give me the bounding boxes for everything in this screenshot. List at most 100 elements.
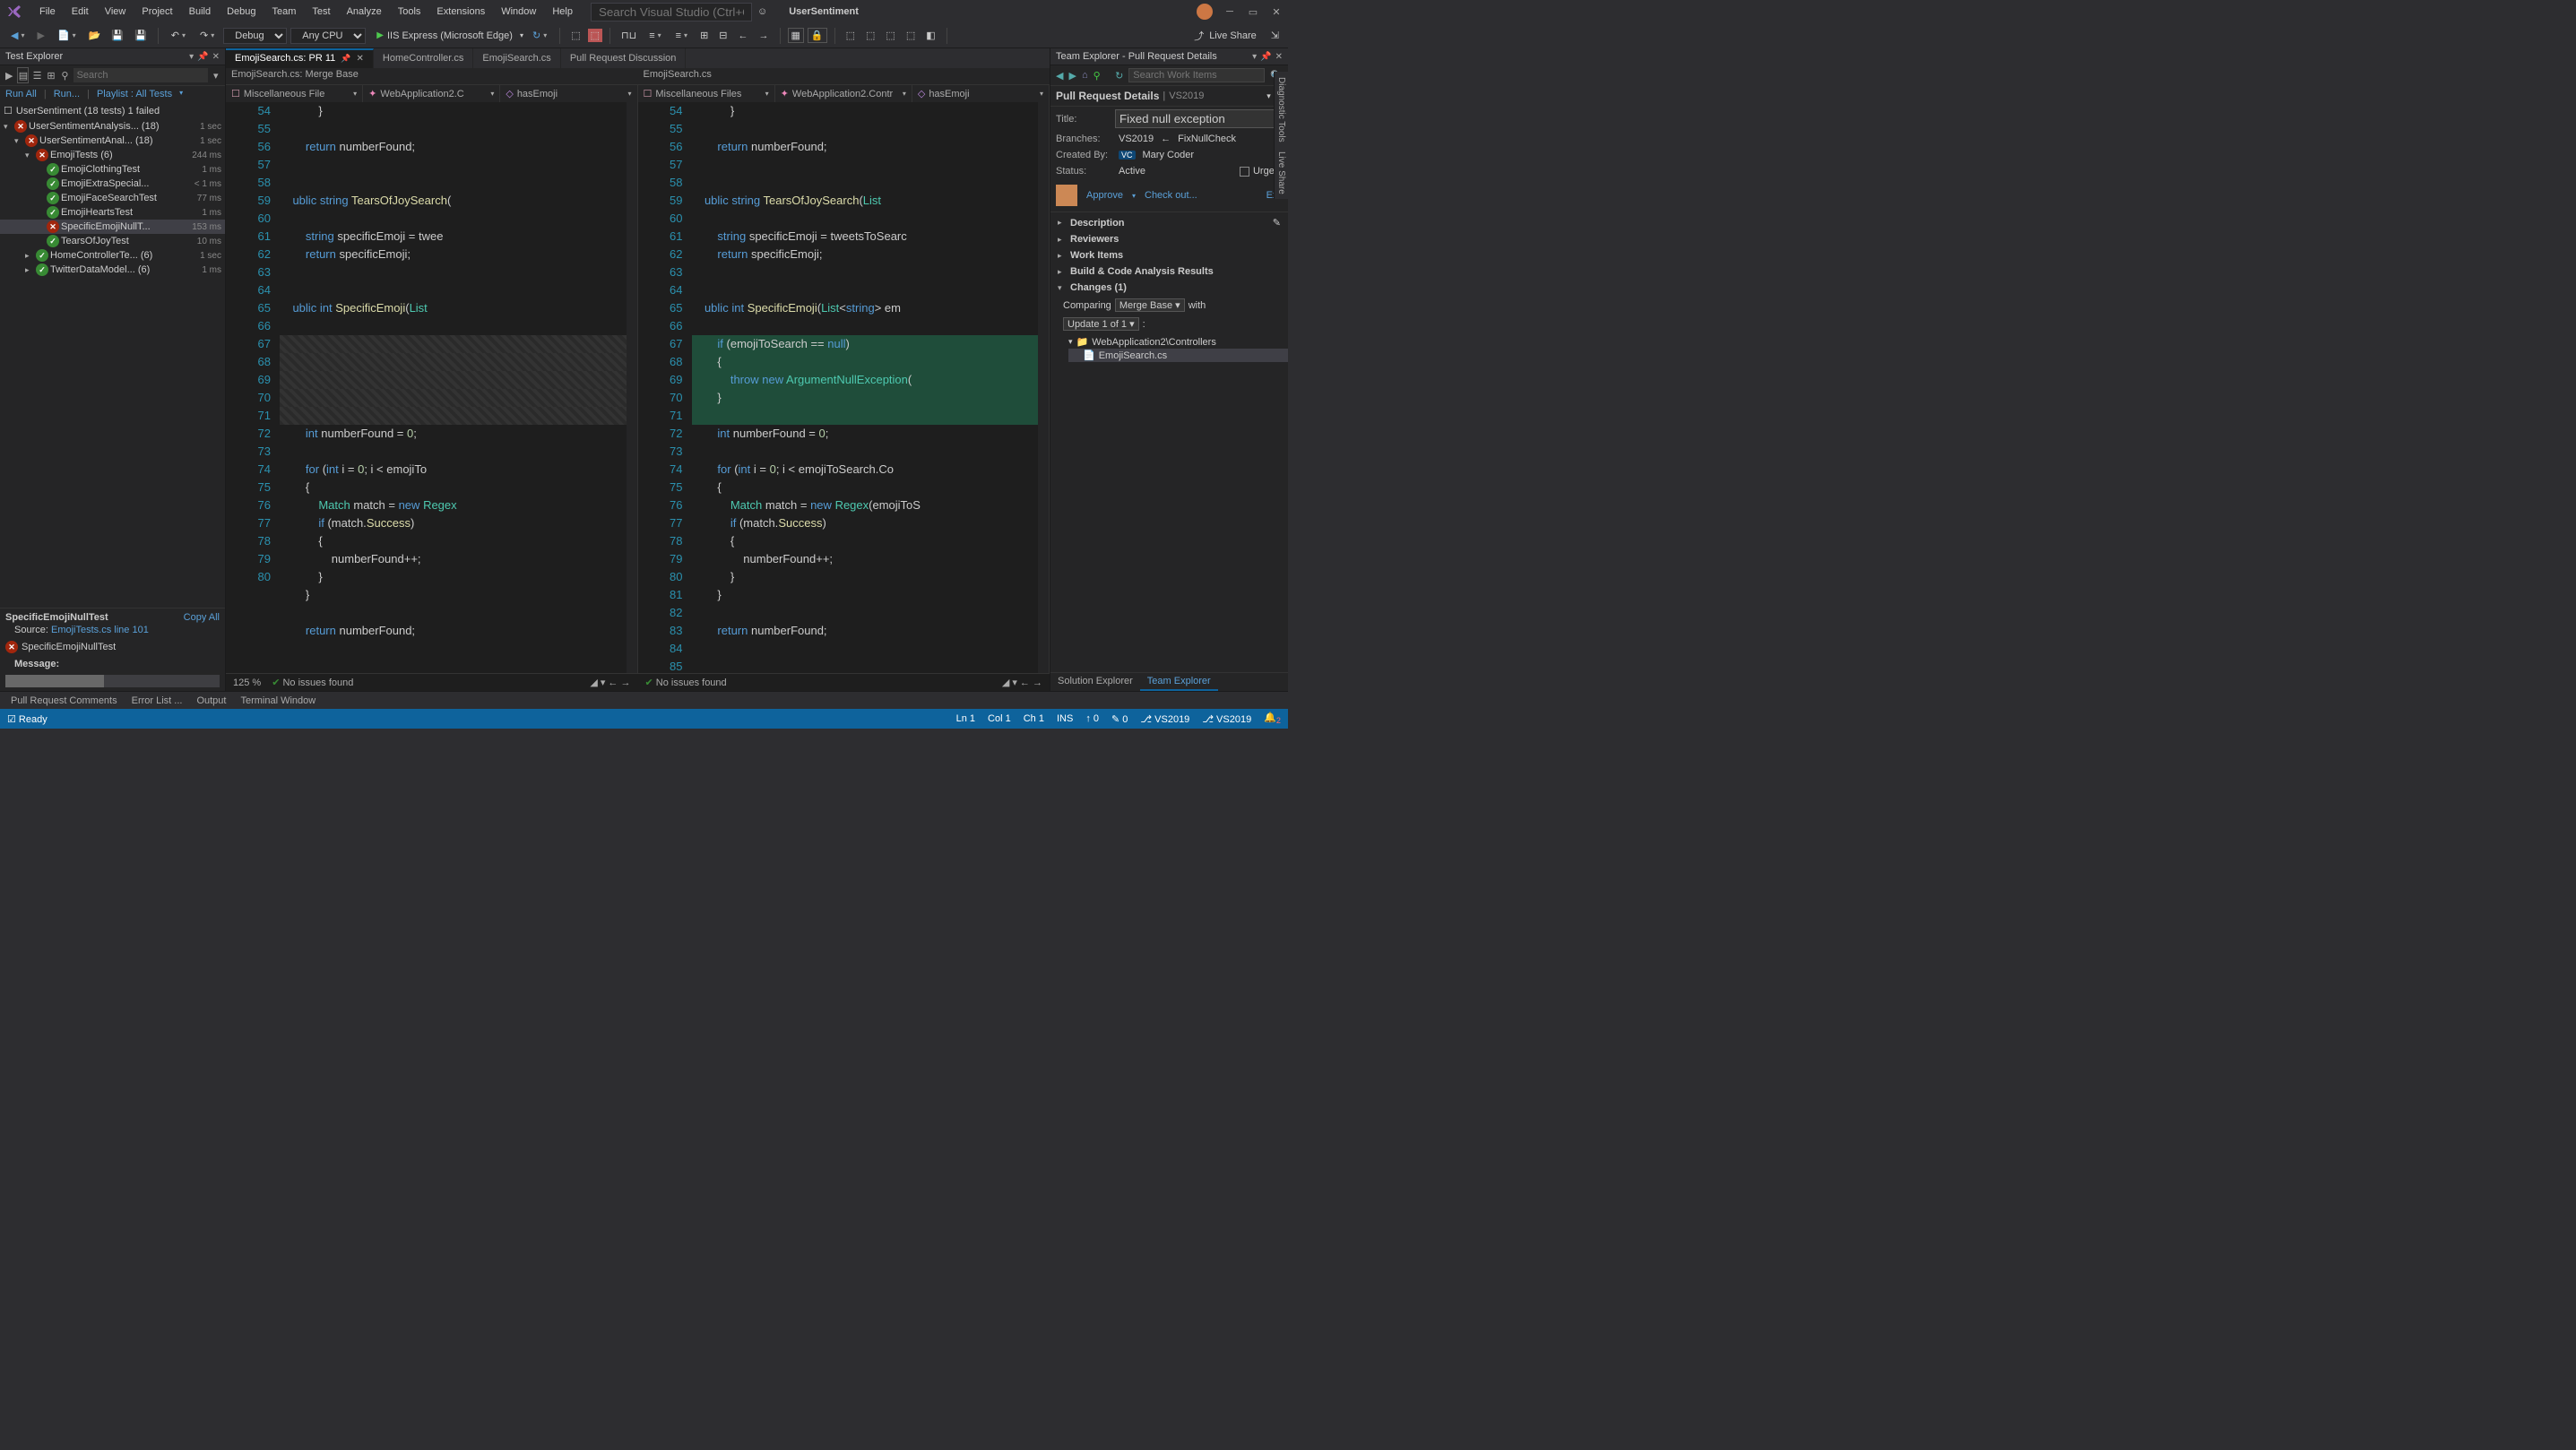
section-description[interactable]: Description — [1070, 218, 1269, 229]
open-button[interactable]: 📂 — [85, 28, 105, 43]
lock-icon[interactable]: 🔒 — [808, 28, 827, 43]
group-icon[interactable]: ▤ — [17, 67, 29, 83]
menu-debug[interactable]: Debug — [220, 4, 263, 20]
test-search-input[interactable] — [73, 68, 208, 82]
document-tab[interactable]: HomeController.cs — [374, 48, 473, 68]
config-dropdown[interactable]: Debug — [223, 28, 287, 44]
platform-dropdown[interactable]: Any CPU — [290, 28, 366, 44]
copy-all-link[interactable]: Copy All — [184, 612, 220, 623]
nav-class-dropdown-r[interactable]: ✦WebApplication2.Contr — [775, 85, 912, 102]
pr-comments-tab[interactable]: Pull Request Comments — [5, 694, 123, 708]
branch-2[interactable]: ⎇ VS2019 — [1202, 713, 1251, 725]
indent-icon[interactable]: ≡ — [644, 29, 666, 43]
filter-icon[interactable]: ⚲ — [59, 67, 70, 83]
test-tree-row[interactable]: ✓TearsOfJoyTest10 ms — [0, 234, 225, 248]
step-icon[interactable]: ⊓⊔ — [618, 28, 640, 43]
start-debug-button[interactable]: ▶IIS Express (Microsoft Edge)▾ — [376, 30, 523, 41]
close-icon[interactable]: ✕ — [1270, 5, 1283, 18]
tool-icon[interactable]: ⬚ — [567, 28, 583, 43]
test-tree-row[interactable]: ▾✕UserSentimentAnalysis... (18)1 sec — [0, 119, 225, 134]
menu-view[interactable]: View — [98, 4, 134, 20]
nav-file-dropdown[interactable]: ☐Miscellaneous File — [226, 85, 363, 102]
save-button[interactable]: 💾 — [108, 28, 127, 43]
compare-base-dropdown[interactable]: Merge Base ▾ — [1115, 298, 1185, 312]
run-all-icon[interactable]: ▶ — [4, 67, 14, 83]
pr-title-input[interactable] — [1115, 109, 1283, 128]
redo-button[interactable]: ↷ — [194, 28, 220, 43]
misc-icon-4[interactable]: ⬚ — [903, 28, 919, 43]
quick-launch-search[interactable] — [591, 3, 752, 22]
feedback-icon[interactable]: ☺ — [754, 4, 771, 19]
panel-close-icon[interactable]: ✕ — [1275, 52, 1283, 62]
minimize-icon[interactable]: ─ — [1223, 5, 1236, 18]
new-project-button[interactable]: 📄 — [52, 28, 82, 43]
bookmark-icon[interactable]: ◧ — [922, 28, 938, 43]
dropdown-icon[interactable]: ▾ — [1266, 91, 1271, 101]
uncomment-icon[interactable]: ⊟ — [715, 28, 730, 43]
comment-icon[interactable]: ⊞ — [696, 28, 712, 43]
menu-help[interactable]: Help — [545, 4, 580, 20]
test-tree-row[interactable]: ▸✓TwitterDataModel... (6)1 ms — [0, 263, 225, 277]
section-reviewers[interactable]: Reviewers — [1070, 234, 1281, 245]
document-tab[interactable]: Pull Request Discussion — [561, 48, 687, 68]
menu-build[interactable]: Build — [182, 4, 218, 20]
pending-count[interactable]: ✎ 0 — [1111, 713, 1128, 725]
test-tree-row[interactable]: ▾✕EmojiTests (6)244 ms — [0, 148, 225, 162]
menu-team[interactable]: Team — [265, 4, 304, 20]
pin-icon[interactable]: 📌 — [197, 52, 208, 62]
section-workitems[interactable]: Work Items — [1070, 250, 1281, 261]
test-tree-row[interactable]: ✓EmojiHeartsTest1 ms — [0, 205, 225, 220]
refresh-icon[interactable]: ↻ — [1115, 70, 1123, 82]
test-tree-row[interactable]: ▸✓HomeControllerTe... (6)1 sec — [0, 248, 225, 263]
menu-extensions[interactable]: Extensions — [429, 4, 492, 20]
source-link[interactable]: EmojiTests.cs line 101 — [51, 625, 149, 635]
work-item-search[interactable] — [1128, 68, 1265, 82]
horizontal-scrollbar[interactable] — [5, 675, 220, 687]
notification-icon[interactable]: 🔔2 — [1264, 712, 1281, 725]
document-tab[interactable]: EmojiSearch.cs: PR 11📌✕ — [226, 48, 374, 68]
undo-button[interactable]: ↶ — [166, 28, 191, 43]
live-share-button[interactable]: ⤴ Live Share — [1187, 27, 1264, 45]
list-icon[interactable]: ☰ — [31, 67, 42, 83]
changed-file[interactable]: 📄EmojiSearch.cs — [1068, 349, 1288, 362]
error-list-tab[interactable]: Error List ... — [126, 694, 188, 708]
zoom-level[interactable]: 125 % — [233, 678, 261, 688]
plug-icon[interactable]: ⚲ — [1094, 70, 1101, 82]
nav-back-button[interactable]: ◀ — [5, 28, 30, 43]
save-all-button[interactable]: 💾 — [131, 28, 151, 43]
back-icon[interactable]: ◀ — [1056, 70, 1063, 82]
pin-icon[interactable]: 📌 — [1260, 52, 1271, 62]
nav-member-dropdown[interactable]: ◇hasEmoji — [500, 85, 637, 102]
menu-analyze[interactable]: Analyze — [340, 4, 389, 20]
tree-icon[interactable]: ⊞ — [46, 67, 56, 83]
test-tree-row[interactable]: ✓EmojiExtraSpecial...< 1 ms — [0, 177, 225, 191]
nav-fwd-button[interactable]: ▶ — [33, 28, 48, 43]
update-dropdown[interactable]: Update 1 of 1 ▾ — [1063, 317, 1139, 331]
output-tab[interactable]: Output — [191, 694, 231, 708]
solution-explorer-tab[interactable]: Solution Explorer — [1050, 673, 1140, 691]
share-icon[interactable]: ⇲ — [1267, 28, 1283, 43]
grid-icon[interactable]: ▦ — [788, 28, 804, 43]
upload-count[interactable]: ↑ 0 — [1085, 713, 1099, 724]
section-changes[interactable]: Changes (1) — [1070, 282, 1281, 293]
panel-dropdown-icon[interactable]: ▾ — [189, 52, 194, 62]
panel-dropdown-icon[interactable]: ▾ — [1252, 52, 1257, 62]
misc-icon-2[interactable]: ⬚ — [862, 28, 878, 43]
run-all-link[interactable]: Run All — [5, 89, 37, 99]
menu-project[interactable]: Project — [134, 4, 179, 20]
test-tree-row[interactable]: ▾✕UserSentimentAnal... (18)1 sec — [0, 134, 225, 148]
folder-row[interactable]: ▾📁WebApplication2\Controllers — [1068, 335, 1288, 349]
menu-file[interactable]: File — [32, 4, 63, 20]
nav-arrows-right[interactable]: ◢ ▾ ← → — [1002, 677, 1042, 688]
tool-icon-2[interactable]: ⬚ — [588, 29, 602, 42]
terminal-tab[interactable]: Terminal Window — [235, 694, 321, 708]
code-right[interactable]: } return numberFound; ublic string Tears… — [692, 102, 1039, 673]
code-left[interactable]: } return numberFound; ublic string Tears… — [280, 102, 627, 673]
minimap-right[interactable] — [1038, 102, 1049, 673]
minimap-left[interactable] — [627, 102, 637, 673]
menu-window[interactable]: Window — [494, 4, 543, 20]
playlist-link[interactable]: Playlist : All Tests — [97, 89, 172, 99]
approve-button[interactable]: Approve — [1086, 190, 1123, 201]
home-icon[interactable]: ⌂ — [1082, 70, 1088, 81]
test-tree-row[interactable]: ✕SpecificEmojiNullT...153 ms — [0, 220, 225, 234]
